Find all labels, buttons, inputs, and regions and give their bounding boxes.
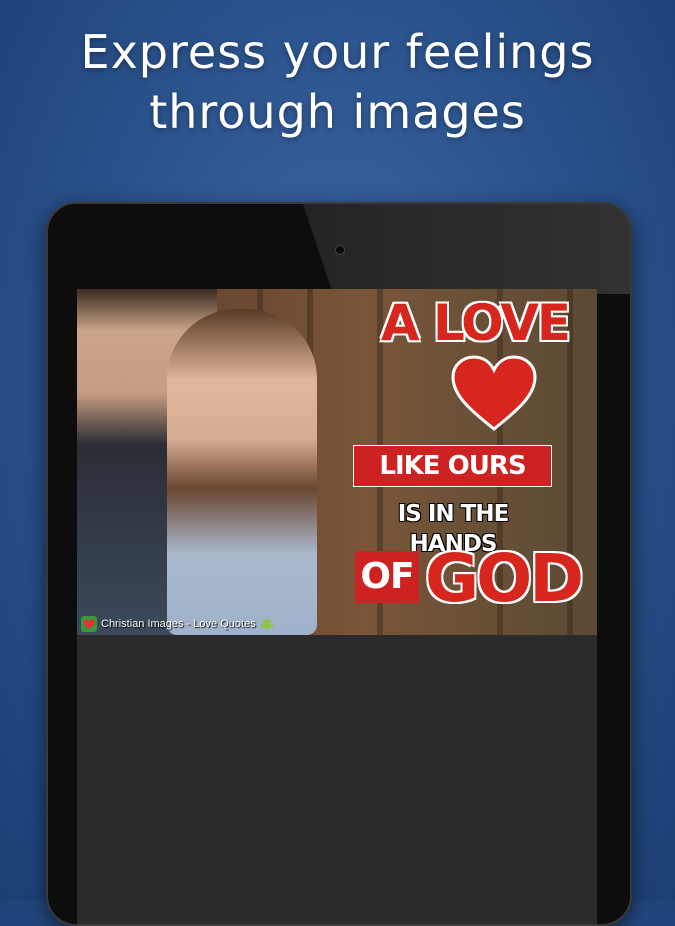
quote-line-like-ours: LIKE OURS	[353, 445, 552, 487]
quote-overlay: A LOVE LIKE OURS IS IN THE HANDS OF GOD	[353, 289, 597, 635]
quote-line-a-love: A LOVE	[380, 294, 571, 352]
headline-line-2: through images	[149, 85, 526, 139]
android-icon	[260, 619, 273, 629]
tablet-screen: A LOVE LIKE OURS IS IN THE HANDS OF GOD …	[77, 289, 597, 924]
quote-word-of: OF	[355, 551, 419, 603]
heart-icon	[451, 355, 537, 431]
quote-word-god: GOD	[425, 540, 584, 617]
heart-icon	[81, 616, 97, 632]
love-quote-image[interactable]: A LOVE LIKE OURS IS IN THE HANDS OF GOD …	[77, 289, 597, 635]
photo-woman	[167, 309, 317, 635]
tablet-device-frame: A LOVE LIKE OURS IS IN THE HANDS OF GOD …	[46, 202, 632, 926]
headline-line-1: Express your feelings	[80, 25, 595, 79]
app-watermark: Christian Images - Love Quotes	[81, 615, 274, 633]
camera-icon	[335, 245, 345, 255]
promo-headline: Express your feelings through images	[0, 22, 675, 142]
tablet-glare	[303, 204, 630, 294]
watermark-text: Christian Images - Love Quotes	[101, 618, 256, 630]
